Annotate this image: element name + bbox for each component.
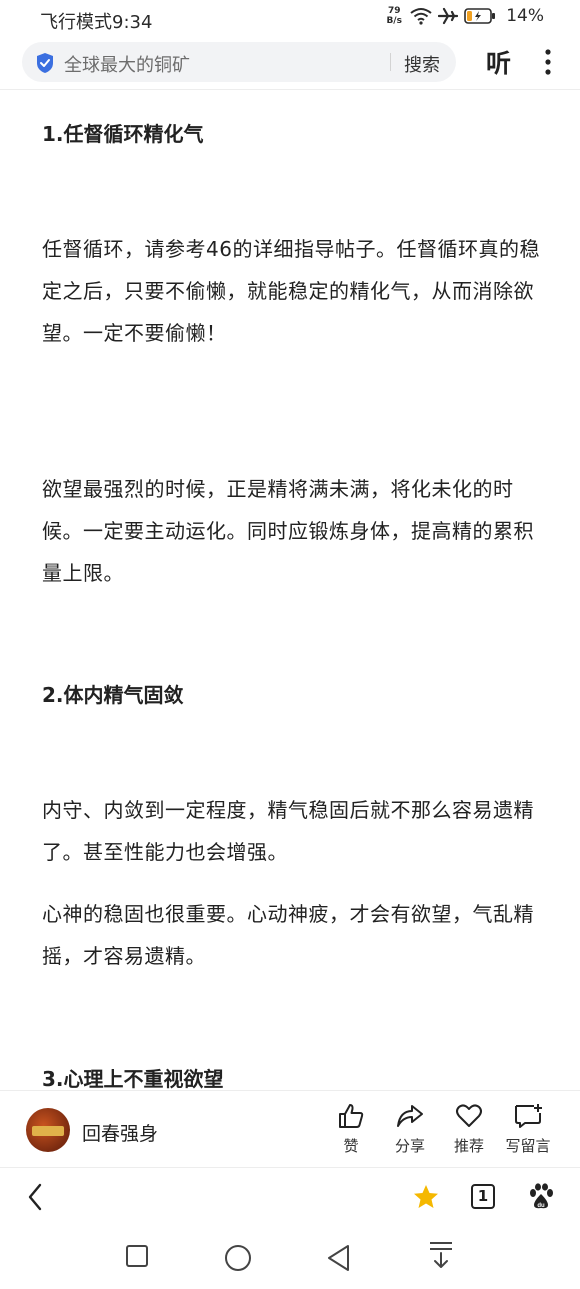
thumbs-up-icon <box>339 1104 364 1128</box>
share-arrow-icon <box>397 1105 423 1127</box>
network-speed: 79 B/s <box>384 6 404 26</box>
paragraph-1: 任督循环，请参考46的详细指导帖子。任督循环真的稳定之后，只要不偷懒，就能稳定的… <box>42 237 540 345</box>
paragraph-3: 内守、内敛到一定程度，精气稳固后就不那么容易遗精了。甚至性能力也会增强。 <box>42 798 534 864</box>
heart-icon <box>456 1104 482 1127</box>
status-bar: 飞行模式9:34 79 B/s 14% <box>0 0 580 38</box>
battery-icon <box>464 8 496 24</box>
search-input[interactable]: 全球最大的铜矿 <box>64 51 190 77</box>
recommend-label: 推荐 <box>453 1137 484 1155</box>
back-triangle-icon[interactable] <box>326 1244 352 1272</box>
author-action-bar: 回春强身 赞 分享 推荐 写留言 <box>0 1090 580 1168</box>
home-icon[interactable] <box>224 1244 252 1272</box>
svg-text:du: du <box>537 1203 545 1209</box>
recent-apps-icon[interactable] <box>125 1244 149 1268</box>
paragraph-4: 心神的稳固也很重要。心动神疲，才会有欲望，气乱精摇，才容易遗精。 <box>42 902 534 968</box>
author-name[interactable]: 回春强身 <box>82 1119 158 1146</box>
system-nav-bar <box>0 1228 580 1289</box>
airplane-icon <box>438 7 459 25</box>
listen-button[interactable]: 听 <box>486 44 511 80</box>
star-icon[interactable] <box>412 1183 440 1211</box>
recommend-button[interactable]: 推荐 <box>444 1103 494 1156</box>
network-speed-value: 79 <box>387 6 401 16</box>
more-options-icon[interactable] <box>544 48 552 76</box>
avatar[interactable] <box>26 1108 70 1152</box>
section-heading-3: 3.心理上不重视欲望 <box>42 1067 224 1091</box>
battery-percent: 14% <box>506 6 544 26</box>
share-label: 分享 <box>394 1137 425 1155</box>
status-icons: 79 B/s 14% <box>384 6 544 26</box>
like-button[interactable]: 赞 <box>326 1103 376 1156</box>
comment-plus-icon <box>515 1104 542 1128</box>
section-heading-1: 1.任督循环精化气 <box>42 122 204 146</box>
network-speed-unit: B/s <box>386 16 402 26</box>
wifi-icon <box>410 8 432 25</box>
header-divider <box>0 89 580 90</box>
paragraph-2: 欲望最强烈的时候，正是精将满未满，将化未化的时候。一定要主动运化。同时应锻炼身体… <box>42 477 534 585</box>
like-label: 赞 <box>343 1137 359 1155</box>
share-button[interactable]: 分享 <box>385 1103 435 1156</box>
status-airplane-mode-time: 飞行模式9:34 <box>40 12 153 33</box>
search-divider <box>390 53 391 71</box>
baidu-paw-icon[interactable]: du <box>528 1183 554 1211</box>
write-comment-button[interactable]: 写留言 <box>503 1103 553 1156</box>
search-bar[interactable]: 全球最大的铜矿 搜索 <box>22 42 456 82</box>
browser-nav-bar: 1 du <box>0 1169 580 1225</box>
notification-pull-icon[interactable] <box>428 1240 454 1272</box>
back-icon[interactable] <box>26 1183 44 1211</box>
comment-label: 写留言 <box>505 1137 551 1155</box>
tab-count-icon[interactable]: 1 <box>471 1184 495 1209</box>
security-shield-icon <box>37 53 53 73</box>
search-button[interactable]: 搜索 <box>404 51 440 77</box>
section-heading-2: 2.体内精气固敛 <box>42 683 184 707</box>
